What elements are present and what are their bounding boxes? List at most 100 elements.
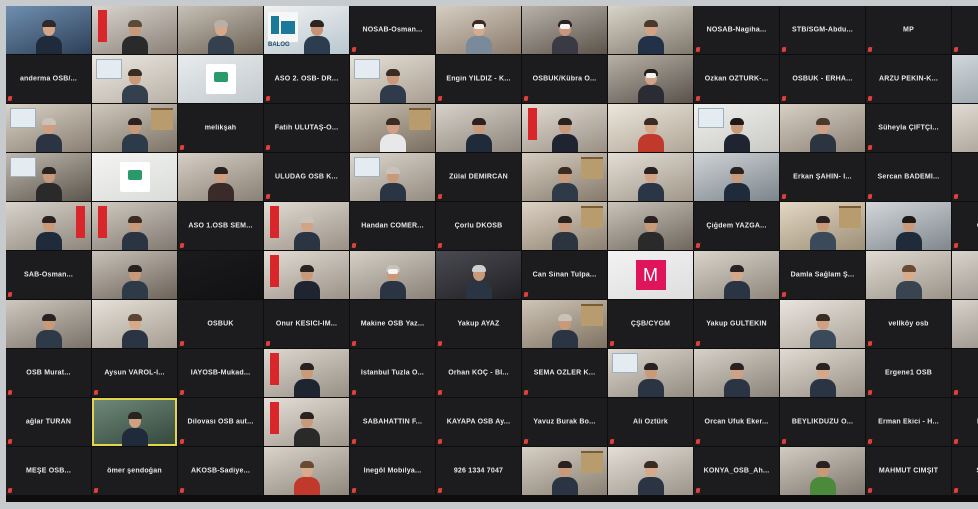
participant-tile[interactable]: OSBUK (178, 300, 263, 348)
participant-tile[interactable] (780, 202, 865, 250)
participant-tile[interactable] (608, 202, 693, 250)
participant-tile[interactable]: Doğuhan (952, 349, 978, 397)
participant-tile[interactable]: ağlar TURAN (6, 398, 91, 446)
participant-tile[interactable]: Can Sinan Tulpa... (522, 251, 607, 299)
participant-tile[interactable]: OSB Murat... (6, 349, 91, 397)
participant-tile[interactable] (694, 153, 779, 201)
participant-tile[interactable] (522, 300, 607, 348)
participant-tile[interactable] (92, 104, 177, 152)
participant-tile[interactable]: M (608, 251, 693, 299)
participant-tile[interactable]: velİköy osb (866, 300, 951, 348)
participant-tile[interactable] (350, 55, 435, 103)
participant-tile[interactable] (6, 104, 91, 152)
participant-tile[interactable] (92, 398, 177, 446)
participant-tile[interactable]: 926 1334 7047 (436, 447, 521, 495)
participant-tile[interactable] (264, 251, 349, 299)
participant-tile[interactable] (92, 202, 177, 250)
participant-tile[interactable] (92, 153, 177, 201)
participant-tile[interactable]: Orcan Ufuk Eker... (694, 398, 779, 446)
participant-tile[interactable]: melikşah (178, 104, 263, 152)
participant-tile[interactable]: Dilovası OSB aut... (178, 398, 263, 446)
participant-tile[interactable]: Orhan KOÇ - Bİ... (436, 349, 521, 397)
participant-tile[interactable]: İstanbul Tuzla O... (350, 349, 435, 397)
participant-tile[interactable] (264, 447, 349, 495)
participant-tile[interactable]: Aysun VAROL-İ... (92, 349, 177, 397)
participant-tile[interactable] (780, 104, 865, 152)
participant-tile[interactable]: Handan CÖMER... (350, 202, 435, 250)
participant-tile[interactable] (608, 6, 693, 54)
participant-tile[interactable] (436, 104, 521, 152)
participant-tile[interactable]: ARZU PEKİN-K... (866, 55, 951, 103)
participant-tile[interactable] (522, 104, 607, 152)
participant-tile[interactable] (178, 6, 263, 54)
participant-tile[interactable] (952, 104, 978, 152)
participant-tile[interactable]: ULUDAG OSB K... (264, 153, 349, 201)
participant-tile[interactable] (608, 55, 693, 103)
participant-tile[interactable]: Erman Ekici - H... (866, 398, 951, 446)
participant-tile[interactable]: MP (866, 6, 951, 54)
participant-tile[interactable] (608, 153, 693, 201)
participant-tile[interactable]: NOSAB-Osman... (350, 6, 435, 54)
participant-tile[interactable]: Yakup GÜLTEKİN (694, 300, 779, 348)
participant-tile[interactable] (92, 55, 177, 103)
participant-tile[interactable]: KONYA_OSB_Ah... (694, 447, 779, 495)
participant-tile[interactable]: Yavuz Burak Bo... (522, 398, 607, 446)
participant-tile[interactable]: Sercan BADEMl... (866, 153, 951, 201)
participant-tile[interactable] (694, 104, 779, 152)
participant-tile[interactable]: BALOG (264, 6, 349, 54)
participant-tile[interactable] (522, 6, 607, 54)
participant-tile[interactable] (952, 300, 978, 348)
participant-tile[interactable] (694, 349, 779, 397)
participant-tile[interactable]: Zülal DEMİRCAN (436, 153, 521, 201)
participant-tile[interactable]: ASO 1.OSB SEM... (178, 202, 263, 250)
participant-tile[interactable]: BEYLİKDÜZÜ O... (780, 398, 865, 446)
participant-tile[interactable] (92, 251, 177, 299)
participant-tile[interactable] (608, 104, 693, 152)
participant-tile[interactable]: Süheyla ÇİFTÇİ... (866, 104, 951, 152)
participant-tile[interactable]: Ergene1 OSB (866, 349, 951, 397)
participant-tile[interactable]: ASO 2. OSB- DR... (264, 55, 349, 103)
participant-tile[interactable] (952, 55, 978, 103)
participant-tile[interactable]: Özkan ÖZTÜRK-... (694, 55, 779, 103)
participant-tile[interactable]: Damla Sağlam Ş... (780, 251, 865, 299)
participant-tile[interactable]: İrem.a (952, 153, 978, 201)
participant-tile[interactable]: Makine OSB Yaz... (350, 300, 435, 348)
participant-tile[interactable]: Yakup AYAZ (436, 300, 521, 348)
participant-tile[interactable] (264, 398, 349, 446)
participant-tile[interactable] (780, 447, 865, 495)
participant-tile[interactable] (952, 251, 978, 299)
participant-tile[interactable]: OSBÜK/Kübra Ö... (522, 55, 607, 103)
participant-tile[interactable] (694, 251, 779, 299)
participant-tile[interactable] (6, 300, 91, 348)
participant-tile[interactable]: SEMA ÖZLER K... (522, 349, 607, 397)
participant-tile[interactable]: Sema KAY (952, 447, 978, 495)
participant-tile[interactable] (436, 251, 521, 299)
participant-tile[interactable] (178, 251, 263, 299)
participant-tile[interactable] (522, 153, 607, 201)
participant-tile[interactable] (608, 447, 693, 495)
participant-tile[interactable] (436, 6, 521, 54)
participant-tile[interactable] (866, 202, 951, 250)
participant-tile[interactable]: ÇŞB/CYGM (608, 300, 693, 348)
participant-tile[interactable] (608, 349, 693, 397)
participant-tile[interactable] (264, 202, 349, 250)
participant-tile[interactable]: İnegöl Mobilya... (350, 447, 435, 495)
participant-tile[interactable]: ömer şendoğan (92, 447, 177, 495)
participant-tile[interactable] (178, 153, 263, 201)
participant-tile[interactable] (522, 202, 607, 250)
participant-tile[interactable]: Onur KESİCİ-İM... (264, 300, 349, 348)
participant-tile[interactable]: MEŞE OSB... (6, 447, 91, 495)
participant-tile[interactable] (350, 104, 435, 152)
participant-tile[interactable]: BTSO Kur (952, 398, 978, 446)
participant-tile[interactable]: MAHMUT CİMŞİT (866, 447, 951, 495)
participant-tile[interactable]: Engin YILDIZ - K... (436, 55, 521, 103)
participant-tile[interactable]: Çorlu DKOSB (436, 202, 521, 250)
participant-tile[interactable] (6, 6, 91, 54)
participant-tile[interactable]: Çiğdem YAZGA... (694, 202, 779, 250)
participant-tile[interactable]: SAB-Osman... (6, 251, 91, 299)
participant-tile[interactable]: anderma OSB/... (6, 55, 91, 103)
participant-tile[interactable] (264, 349, 349, 397)
participant-tile[interactable] (178, 55, 263, 103)
participant-tile[interactable]: OSBÜK - ERHA... (780, 55, 865, 103)
participant-tile[interactable] (780, 349, 865, 397)
